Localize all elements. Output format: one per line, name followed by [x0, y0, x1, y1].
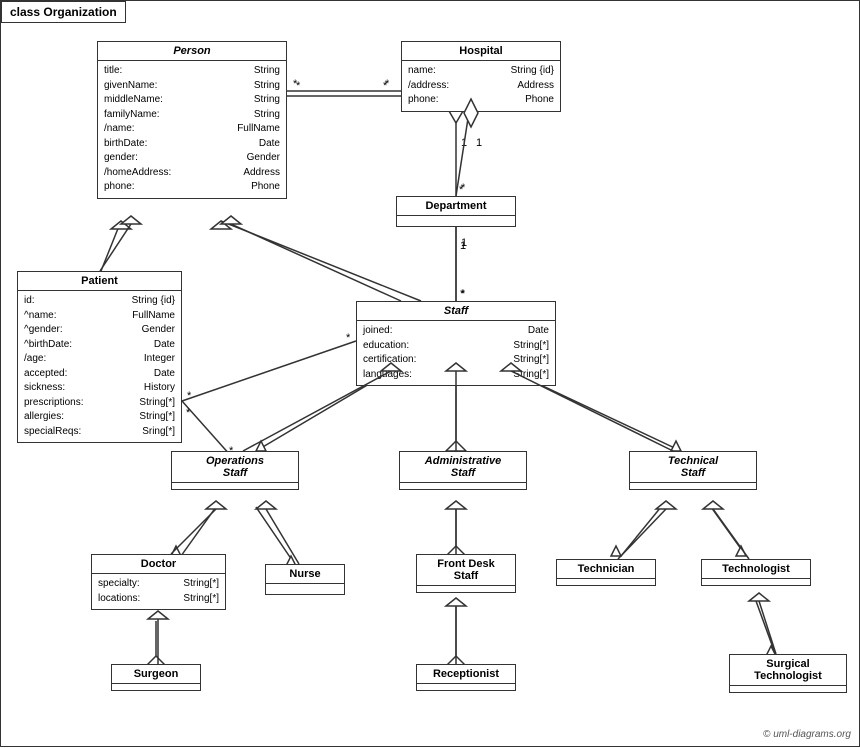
svg-text:*: *: [346, 332, 351, 344]
person-class-name: Person: [98, 42, 286, 61]
hospital-attrs: name:String {id} /address:Address phone:…: [402, 61, 560, 111]
surgical-technologist-class: SurgicalTechnologist: [729, 654, 847, 693]
diagram-container: class Organization * * 1 * 1 * * *: [0, 0, 860, 747]
department-attrs: [397, 216, 515, 226]
department-class: Department: [396, 196, 516, 227]
svg-text:*: *: [296, 80, 301, 92]
technical-staff-class: TechnicalStaff: [629, 451, 757, 490]
person-class: Person title:String givenName:String mid…: [97, 41, 287, 199]
receptionist-class: Receptionist: [416, 664, 516, 691]
nurse-class: Nurse: [265, 564, 345, 595]
doctor-class: Doctor specialty:String[*] locations:Str…: [91, 554, 226, 610]
svg-text:*: *: [459, 184, 464, 196]
surgeon-class-name: Surgeon: [112, 665, 200, 684]
staff-class: Staff joined:Date education:String[*] ce…: [356, 301, 556, 386]
svg-text:*: *: [461, 182, 466, 194]
patient-class-name: Patient: [18, 272, 181, 291]
staff-attrs: joined:Date education:String[*] certific…: [357, 321, 555, 385]
svg-text:1: 1: [461, 137, 467, 149]
svg-text:1: 1: [476, 137, 482, 149]
surgical-technologist-attrs: [730, 686, 846, 692]
surgeon-attrs: [112, 684, 200, 690]
nurse-class-name: Nurse: [266, 565, 344, 584]
technologist-class-name: Technologist: [702, 560, 810, 579]
svg-text:*: *: [186, 407, 191, 419]
receptionist-class-name: Receptionist: [417, 665, 515, 684]
operations-staff-class: OperationsStaff: [171, 451, 299, 490]
front-desk-staff-attrs: [417, 586, 515, 592]
technical-staff-attrs: [630, 483, 756, 489]
svg-text:*: *: [383, 80, 388, 92]
svg-text:*: *: [385, 78, 390, 90]
technologist-attrs: [702, 579, 810, 585]
svg-text:*: *: [293, 78, 298, 90]
hospital-class: Hospital name:String {id} /address:Addre…: [401, 41, 561, 112]
nurse-attrs: [266, 584, 344, 594]
diagram-title: class Organization: [1, 1, 126, 23]
surgical-technologist-class-name: SurgicalTechnologist: [730, 655, 846, 686]
technologist-class: Technologist: [701, 559, 811, 586]
svg-text:1: 1: [460, 240, 466, 252]
surgeon-class: Surgeon: [111, 664, 201, 691]
department-class-name: Department: [397, 197, 515, 216]
administrative-staff-attrs: [400, 483, 526, 489]
person-attrs: title:String givenName:String middleName…: [98, 61, 286, 198]
patient-attrs: id:String {id} ^name:FullName ^gender:Ge…: [18, 291, 181, 442]
svg-text:*: *: [461, 288, 466, 300]
front-desk-staff-class: Front DeskStaff: [416, 554, 516, 593]
technician-class-name: Technician: [557, 560, 655, 579]
front-desk-staff-class-name: Front DeskStaff: [417, 555, 515, 586]
technician-class: Technician: [556, 559, 656, 586]
operations-staff-class-name: OperationsStaff: [172, 452, 298, 483]
svg-text:1: 1: [461, 237, 467, 249]
svg-text:*: *: [460, 288, 465, 300]
hospital-class-name: Hospital: [402, 42, 560, 61]
administrative-staff-class: AdministrativeStaff: [399, 451, 527, 490]
doctor-attrs: specialty:String[*] locations:String[*]: [92, 574, 225, 609]
staff-class-name: Staff: [357, 302, 555, 321]
technical-staff-class-name: TechnicalStaff: [630, 452, 756, 483]
copyright: © uml-diagrams.org: [763, 729, 851, 740]
receptionist-attrs: [417, 684, 515, 690]
doctor-class-name: Doctor: [92, 555, 225, 574]
svg-text:*: *: [187, 390, 192, 402]
technician-attrs: [557, 579, 655, 585]
operations-staff-attrs: [172, 483, 298, 489]
patient-class: Patient id:String {id} ^name:FullName ^g…: [17, 271, 182, 443]
administrative-staff-class-name: AdministrativeStaff: [400, 452, 526, 483]
